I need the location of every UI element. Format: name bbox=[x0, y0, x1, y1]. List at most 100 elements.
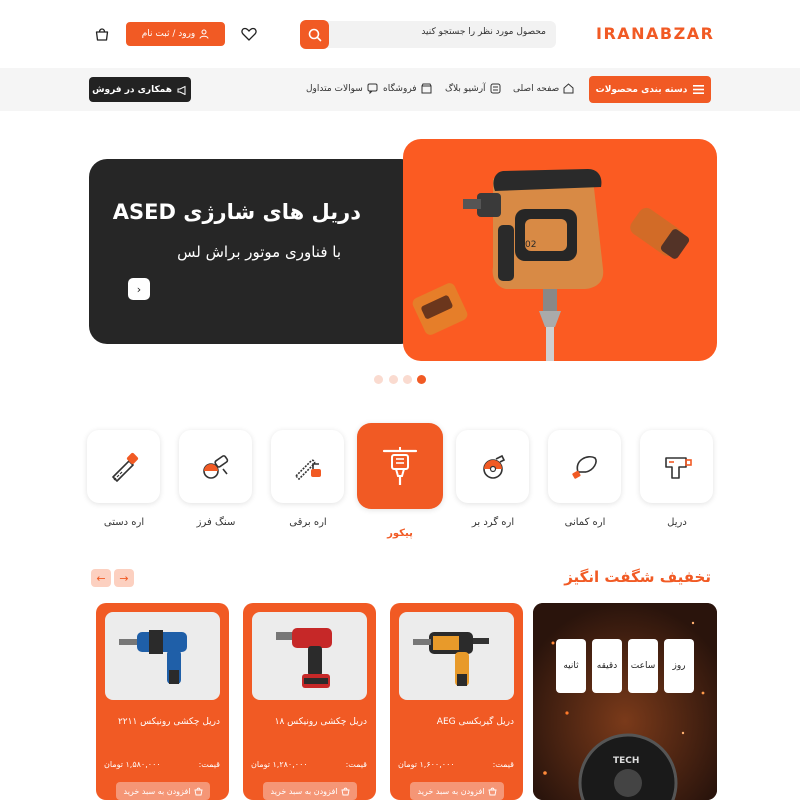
category-jackhammer[interactable] bbox=[357, 423, 443, 509]
drill-icon bbox=[664, 456, 692, 479]
product-price: ۱,۲۸۰,۰۰۰ تومان bbox=[251, 760, 308, 769]
timer-seconds: ثانیه bbox=[556, 639, 586, 693]
timer-label: ساعت bbox=[630, 661, 656, 671]
timer-days: روز bbox=[664, 639, 694, 693]
product-price: ۱,۵۸۰,۰۰۰ تومان bbox=[104, 760, 161, 769]
cart-icon bbox=[193, 787, 203, 795]
chainsaw-icon bbox=[294, 459, 321, 480]
grinder-disc-image: TECH bbox=[533, 603, 717, 800]
add-to-cart-button[interactable]: افزودن به سبد خرید bbox=[410, 782, 504, 800]
cart-icon bbox=[340, 787, 350, 795]
slider-dot[interactable] bbox=[374, 375, 383, 384]
price-label: قیمت: bbox=[198, 760, 220, 769]
wishlist-button[interactable] bbox=[240, 26, 258, 42]
hero-next-button[interactable]: › bbox=[128, 278, 150, 300]
add-to-cart-label: افزودن به سبد خرید bbox=[123, 786, 191, 796]
category-chainsaw[interactable] bbox=[271, 430, 344, 503]
add-to-cart-button[interactable]: افزودن به سبد خرید bbox=[116, 782, 210, 800]
hammer-drill-image bbox=[119, 630, 187, 684]
blog-icon bbox=[490, 83, 501, 94]
category-circular-saw[interactable] bbox=[456, 430, 529, 503]
nav-item-label: فروشگاه bbox=[383, 83, 417, 94]
svg-text:TECH: TECH bbox=[613, 756, 639, 766]
category-label: اره گرد بر bbox=[471, 517, 515, 528]
add-to-cart-label: افزودن به سبد خرید bbox=[417, 786, 485, 796]
category-hand-saw[interactable] bbox=[87, 430, 160, 503]
category-label-active: پیکور bbox=[387, 528, 413, 539]
slider-dot[interactable] bbox=[403, 375, 412, 384]
categories-label: دسته بندی محصولات bbox=[595, 84, 688, 95]
price-label: قیمت: bbox=[345, 760, 367, 769]
search-input[interactable]: محصول مورد نظر را جستجو کنید bbox=[300, 21, 556, 48]
timer-label: دقیقه bbox=[596, 661, 618, 671]
user-icon bbox=[199, 29, 209, 39]
nav-item-label: صفحه اصلی bbox=[513, 83, 560, 94]
angle-grinder-icon bbox=[202, 454, 228, 479]
category-label: دریل bbox=[667, 517, 687, 528]
deals-title: تخفیف شگفت انگیز bbox=[564, 568, 711, 586]
hero-image: 02 bbox=[403, 139, 717, 361]
nav-item-faq[interactable]: سوالات متداول bbox=[306, 83, 378, 94]
arrow-left-icon: ← bbox=[96, 571, 106, 585]
category-label: اره کمانی bbox=[564, 517, 606, 528]
cart-icon bbox=[487, 787, 497, 795]
timer-label: روز bbox=[672, 661, 686, 671]
product-image bbox=[399, 612, 514, 700]
faq-icon bbox=[367, 83, 378, 94]
product-image bbox=[105, 612, 220, 700]
product-name[interactable]: دریل گیربکسی AEG bbox=[437, 717, 514, 727]
deals-prev-button[interactable]: ← bbox=[91, 569, 111, 587]
add-to-cart-button[interactable]: افزودن به سبد خرید bbox=[263, 782, 357, 800]
hand-saw-icon bbox=[111, 452, 138, 482]
timer-minutes: دقیقه bbox=[592, 639, 622, 693]
nav-item-label: سوالات متداول bbox=[306, 83, 363, 94]
heart-icon bbox=[241, 27, 257, 41]
timer-hours: ساعت bbox=[628, 639, 658, 693]
gearbox-drill-image bbox=[413, 632, 489, 686]
shop-icon bbox=[421, 83, 432, 94]
product-image bbox=[252, 612, 367, 700]
megaphone-icon bbox=[177, 85, 186, 95]
category-bow-saw[interactable] bbox=[548, 430, 621, 503]
product-card[interactable]: دریل گیربکسی AEG قیمت: ۱,۶۰۰,۰۰۰ تومان ا… bbox=[390, 603, 523, 800]
hero-title: دریل های شارژی ASED bbox=[112, 200, 361, 224]
chevron-right-icon: › bbox=[136, 282, 142, 296]
category-label: اره برقی bbox=[289, 517, 327, 528]
site-logo[interactable]: IRANABZAR bbox=[596, 24, 714, 43]
jackhammer-icon bbox=[382, 447, 418, 485]
login-label: ورود / ثبت نام bbox=[141, 29, 196, 39]
add-to-cart-label: افزودن به سبد خرید bbox=[270, 786, 338, 796]
category-label: سنگ فرز bbox=[196, 517, 236, 528]
slider-dot[interactable] bbox=[389, 375, 398, 384]
cart-button[interactable] bbox=[93, 25, 111, 43]
search-icon bbox=[308, 28, 321, 41]
cordless-drill-image: 02 bbox=[412, 169, 690, 361]
nav-item-shop[interactable]: فروشگاه bbox=[383, 83, 432, 94]
slider-dot-active[interactable] bbox=[417, 375, 426, 384]
nav-item-home[interactable]: صفحه اصلی bbox=[513, 83, 574, 94]
categories-menu-button[interactable]: دسته بندی محصولات bbox=[589, 76, 711, 103]
hero-subtitle: با فناوری موتور براش لس bbox=[177, 243, 341, 261]
product-name[interactable]: دریل چکشی رونیکس ۱۸ bbox=[275, 717, 367, 727]
countdown-panel: TECH bbox=[533, 603, 717, 800]
deals-next-button[interactable]: → bbox=[114, 569, 134, 587]
category-drill[interactable] bbox=[640, 430, 713, 503]
search-button[interactable] bbox=[300, 20, 329, 49]
product-card[interactable]: دریل چکشی رونیکس ۲۲۱۱ قیمت: ۱,۵۸۰,۰۰۰ تو… bbox=[96, 603, 229, 800]
category-angle-grinder[interactable] bbox=[179, 430, 252, 503]
price-label: قیمت: bbox=[492, 760, 514, 769]
shopping-bag-icon bbox=[95, 28, 109, 41]
search-placeholder: محصول مورد نظر را جستجو کنید bbox=[421, 27, 546, 37]
svg-text:02: 02 bbox=[525, 240, 536, 250]
home-icon bbox=[563, 83, 574, 94]
nav-item-blog[interactable]: آرشیو بلاگ bbox=[445, 83, 501, 94]
login-button[interactable]: ورود / ثبت نام bbox=[126, 22, 225, 46]
product-card[interactable]: دریل چکشی رونیکس ۱۸ قیمت: ۱,۲۸۰,۰۰۰ توما… bbox=[243, 603, 376, 800]
product-name[interactable]: دریل چکشی رونیکس ۲۲۱۱ bbox=[118, 717, 220, 727]
nav-item-label: آرشیو بلاگ bbox=[445, 83, 486, 94]
bow-saw-icon bbox=[571, 455, 597, 479]
category-label: اره دستی bbox=[103, 517, 145, 528]
seller-cooperation-button[interactable]: همکاری در فروش bbox=[89, 77, 191, 102]
seller-label: همکاری در فروش bbox=[92, 84, 172, 95]
circular-saw-icon bbox=[482, 454, 505, 479]
